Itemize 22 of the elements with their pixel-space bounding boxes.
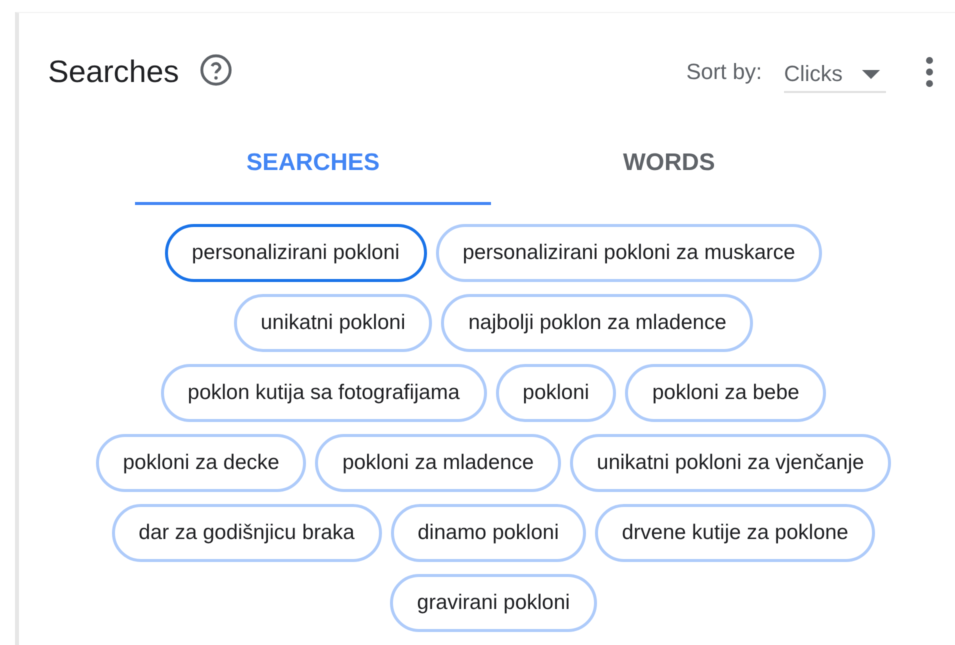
search-chip[interactable]: unikatni pokloni za vjenčanje	[570, 434, 892, 492]
search-chip[interactable]: pokloni za decke	[96, 434, 306, 492]
help-icon[interactable]	[198, 53, 233, 87]
search-chip[interactable]: gravirani pokloni	[390, 574, 597, 632]
more-options-icon[interactable]	[926, 57, 933, 87]
sort-dropdown[interactable]: Clicks	[784, 57, 886, 93]
card-title: Searches	[48, 54, 179, 90]
search-chip[interactable]: dinamo pokloni	[390, 504, 586, 562]
tab[interactable]: SEARCHES	[135, 131, 491, 205]
tab[interactable]: WORDS	[491, 131, 847, 205]
search-chip[interactable]: poklon kutija sa fotografijama	[160, 364, 487, 422]
search-chip[interactable]: drvene kutije za poklone	[594, 504, 876, 562]
search-chip[interactable]: najbolji poklon za mladence	[441, 294, 754, 352]
search-chip[interactable]: pokloni za mladence	[315, 434, 561, 492]
search-chip[interactable]: dar za godišnjicu braka	[112, 504, 382, 562]
search-chip[interactable]: pokloni za bebe	[625, 364, 826, 422]
search-chip[interactable]: pokloni	[496, 364, 616, 422]
search-chip[interactable]: personalizirani pokloni	[164, 224, 427, 282]
search-chip[interactable]: personalizirani pokloni za muskarce	[436, 224, 822, 282]
caret-icon	[862, 70, 880, 78]
search-chip[interactable]: unikatni pokloni	[234, 294, 432, 352]
sort-label: Sort by:	[686, 59, 762, 85]
